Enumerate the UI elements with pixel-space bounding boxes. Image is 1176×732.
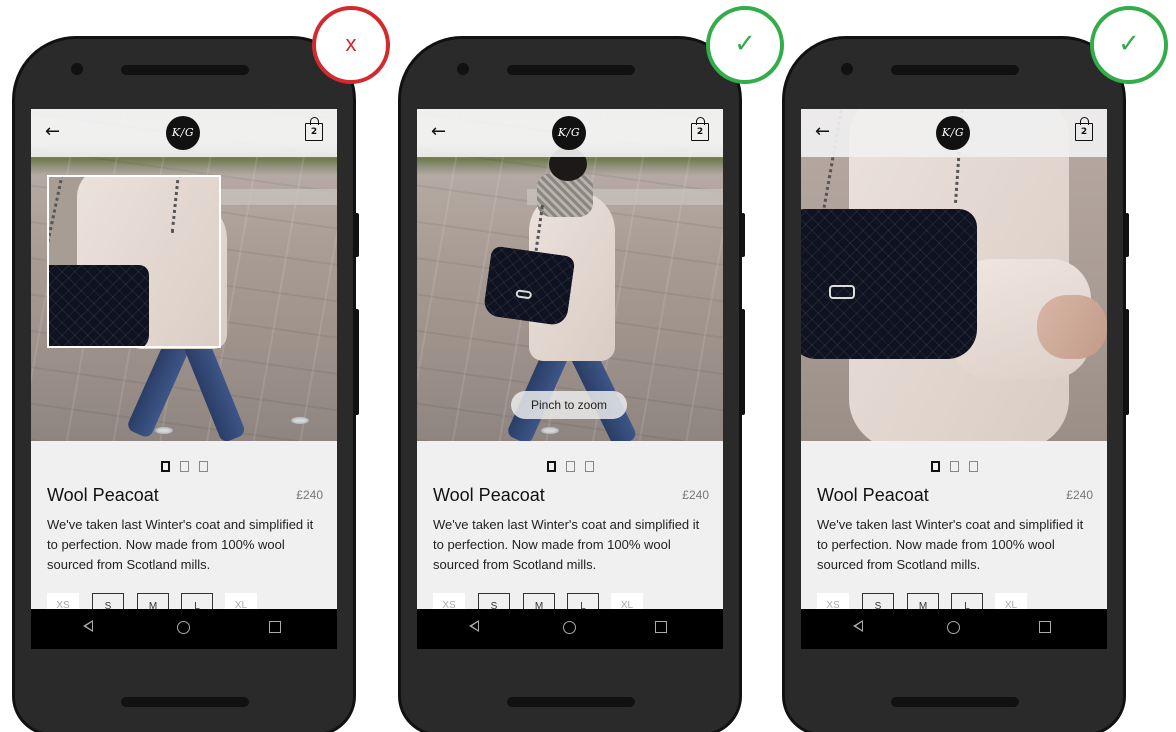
volume-button [1124, 309, 1129, 415]
carousel-dot-1[interactable] [930, 461, 940, 472]
product-title: Wool Peacoat [817, 485, 929, 505]
carousel-indicator [801, 456, 1107, 475]
product-price: £240 [296, 488, 323, 502]
carousel-dot-3[interactable] [584, 461, 594, 472]
carousel-dot-3[interactable] [198, 461, 208, 472]
product-price: £240 [682, 488, 709, 502]
circle-home-icon[interactable] [177, 621, 190, 634]
front-camera [71, 63, 83, 75]
wrong-mark-icon: x [312, 6, 390, 84]
carousel-dot-2[interactable] [565, 461, 575, 472]
product-title: Wool Peacoat [433, 485, 545, 505]
carousel-indicator [417, 456, 723, 475]
brand-logo[interactable]: K/G [936, 116, 970, 150]
circle-home-icon[interactable] [947, 621, 960, 634]
front-camera [457, 63, 469, 75]
triangle-back-icon[interactable] [853, 620, 863, 632]
arrow-left-icon[interactable]: ← [815, 122, 830, 142]
power-button [740, 213, 745, 257]
circle-home-icon[interactable] [563, 621, 576, 634]
volume-button [740, 309, 745, 415]
phone-mockup-3: ← K/G 2 Wool Peacoat £240 We've taken la… [782, 36, 1129, 732]
shopping-bag-icon[interactable]: 2 [691, 117, 709, 141]
product-description: We've taken last Winter's coat and simpl… [47, 517, 314, 572]
arrow-left-icon[interactable]: ← [431, 122, 446, 142]
square-recents-icon[interactable] [1039, 621, 1051, 633]
triangle-back-icon[interactable] [469, 620, 479, 632]
power-button [1124, 213, 1129, 257]
pinch-to-zoom-hint: Pinch to zoom [511, 391, 627, 419]
app-screen: ← K/G 2 Wool Peacoat £240 We've taken la… [801, 109, 1107, 649]
carousel-dot-3[interactable] [968, 461, 978, 472]
android-nav-bar [31, 609, 337, 649]
app-screen: ← K/G 2 Wool Peacoat £240 We've taken la… [31, 109, 337, 649]
bottom-speaker [891, 697, 1019, 707]
arrow-left-icon[interactable]: ← [45, 122, 60, 142]
bottom-speaker [507, 697, 635, 707]
product-title: Wool Peacoat [47, 485, 159, 505]
android-nav-bar [801, 609, 1107, 649]
product-description: We've taken last Winter's coat and simpl… [433, 517, 700, 572]
phone-mockup-2: Pinch to zoom ← K/G 2 Wool Peacoat £240 … [398, 36, 745, 732]
product-photo-zoomed[interactable] [801, 109, 1107, 441]
app-header: ← K/G 2 [31, 109, 337, 157]
earpiece-speaker [507, 65, 635, 75]
earpiece-speaker [891, 65, 1019, 75]
product-description: We've taken last Winter's coat and simpl… [817, 517, 1084, 572]
android-nav-bar [417, 609, 723, 649]
power-button [354, 213, 359, 257]
app-header: ← K/G 2 [417, 109, 723, 157]
square-recents-icon[interactable] [269, 621, 281, 633]
front-camera [841, 63, 853, 75]
app-screen: Pinch to zoom ← K/G 2 Wool Peacoat £240 … [417, 109, 723, 649]
shopping-bag-icon[interactable]: 2 [305, 117, 323, 141]
carousel-dot-2[interactable] [179, 461, 189, 472]
shopping-bag-icon[interactable]: 2 [1075, 117, 1093, 141]
product-price: £240 [1066, 488, 1093, 502]
phone-mockup-1: ← K/G 2 Wool Peacoat £240 We've taken la… [12, 36, 359, 732]
zoom-inset-preview [47, 175, 221, 348]
carousel-indicator [31, 456, 337, 475]
product-photo[interactable] [31, 109, 337, 441]
carousel-dot-1[interactable] [160, 461, 170, 472]
square-recents-icon[interactable] [655, 621, 667, 633]
brand-logo[interactable]: K/G [552, 116, 586, 150]
carousel-dot-1[interactable] [546, 461, 556, 472]
checkmark-icon: ✓ [706, 6, 784, 84]
app-header: ← K/G 2 [801, 109, 1107, 157]
volume-button [354, 309, 359, 415]
bottom-speaker [121, 697, 249, 707]
brand-logo[interactable]: K/G [166, 116, 200, 150]
triangle-back-icon[interactable] [83, 620, 93, 632]
earpiece-speaker [121, 65, 249, 75]
carousel-dot-2[interactable] [949, 461, 959, 472]
checkmark-icon: ✓ [1090, 6, 1168, 84]
